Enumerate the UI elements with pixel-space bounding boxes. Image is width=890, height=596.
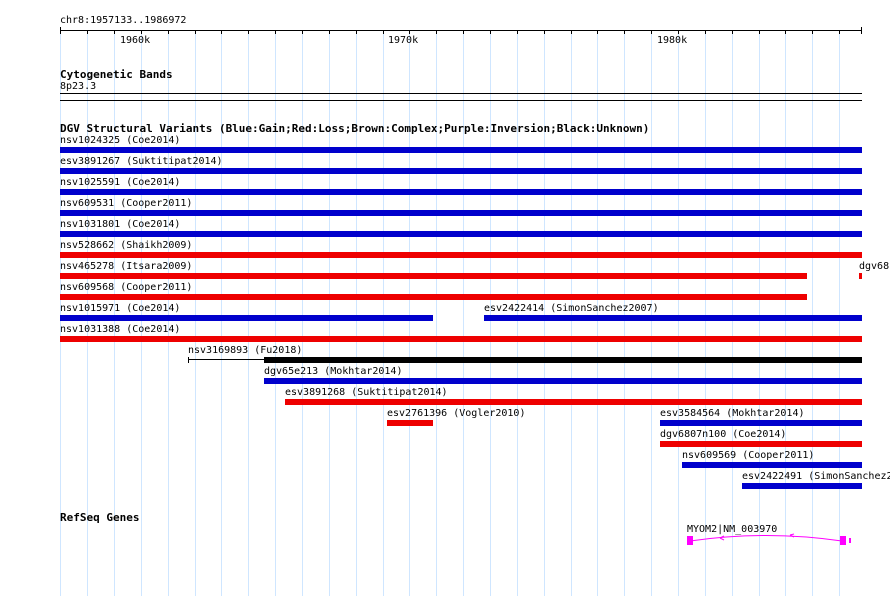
gene-exon[interactable] <box>840 536 846 545</box>
strand-arrow-icon <box>719 535 725 541</box>
gene-exon[interactable] <box>687 536 693 545</box>
gene-intron-line <box>689 535 843 542</box>
gene-model-svg <box>689 533 843 542</box>
gene-exon[interactable] <box>849 538 851 543</box>
genome-browser-view: chr8:1957133..1986972 1960k 1970k 1980k … <box>0 0 890 596</box>
